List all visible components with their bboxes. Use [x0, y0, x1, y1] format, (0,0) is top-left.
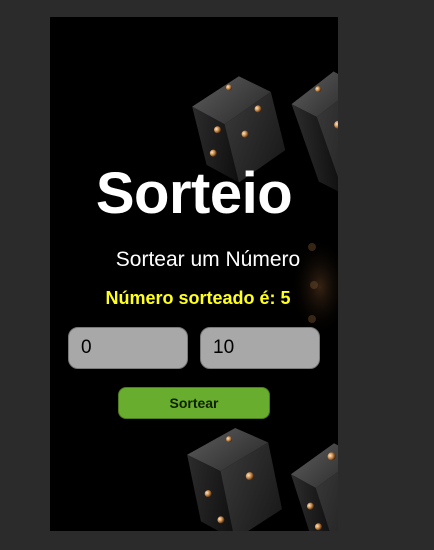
result-text: Número sorteado é: 5	[105, 288, 291, 308]
min-number-input[interactable]	[68, 327, 188, 369]
page-subtitle: Sortear um Número	[115, 248, 301, 271]
dice-icon	[187, 71, 338, 531]
max-number-input[interactable]	[200, 327, 320, 369]
draw-button[interactable]: Sortear	[118, 387, 270, 419]
app-screen: Sorteio Sortear um Número Número sortead…	[50, 17, 338, 531]
page: Sorteio Sortear um Número Número sortead…	[0, 0, 434, 550]
page-title: Sorteio	[95, 161, 293, 226]
